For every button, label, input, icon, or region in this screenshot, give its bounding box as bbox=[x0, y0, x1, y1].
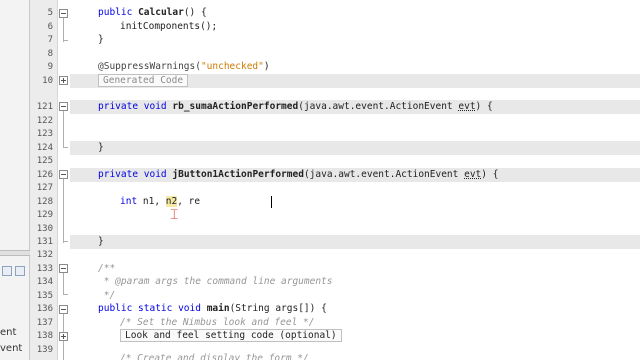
collapse-icon[interactable] bbox=[59, 170, 68, 179]
code-line[interactable]: int n1, n2, re bbox=[120, 195, 200, 209]
expand-icon[interactable] bbox=[59, 76, 68, 85]
code-editor[interactable]: public Calcular() { initComponents(); } … bbox=[70, 0, 640, 360]
fold-end-marker bbox=[63, 241, 68, 242]
code-line[interactable]: @SuppressWarnings("unchecked") bbox=[98, 60, 270, 74]
comment-line[interactable]: */ bbox=[98, 289, 115, 303]
text-caret bbox=[271, 196, 272, 208]
panel-label: vent bbox=[0, 343, 23, 354]
annotation: @SuppressWarnings( bbox=[98, 61, 201, 72]
line-number: 126 bbox=[36, 170, 53, 180]
line-number: 128 bbox=[36, 197, 53, 207]
code-text: n1, bbox=[137, 196, 166, 207]
keyword: public bbox=[98, 7, 133, 18]
guarded-block bbox=[70, 235, 640, 249]
line-number: 124 bbox=[36, 143, 53, 153]
code-line[interactable]: Generated Code bbox=[98, 74, 189, 88]
panel-splitter[interactable] bbox=[0, 250, 30, 256]
code-text: ) { bbox=[481, 169, 499, 180]
comment-line[interactable]: /* Set the Nimbus look and feel */ bbox=[120, 316, 314, 330]
line-number: 139 bbox=[36, 345, 53, 355]
highlighted-identifier: n2 bbox=[165, 196, 178, 207]
collapse-icon[interactable] bbox=[59, 305, 68, 314]
string-literal: "unchecked" bbox=[200, 61, 264, 72]
line-number: 8 bbox=[47, 49, 53, 59]
code-line[interactable]: public Calcular() { bbox=[98, 6, 207, 20]
fold-end-marker bbox=[63, 40, 68, 41]
line-number: 133 bbox=[36, 264, 53, 274]
line-number: 123 bbox=[36, 129, 53, 139]
expand-icon[interactable] bbox=[59, 332, 68, 341]
keyword: private void bbox=[98, 101, 167, 112]
comment-line[interactable]: * @param args the command line arguments bbox=[98, 275, 333, 289]
table-icon[interactable] bbox=[15, 266, 25, 276]
method-name: rb_sumaActionPerformed bbox=[172, 101, 299, 112]
collapse-icon[interactable] bbox=[59, 264, 68, 273]
fold-end-marker bbox=[63, 294, 68, 295]
code-text: ) { bbox=[475, 101, 493, 112]
collapsed-code-fold[interactable]: Look and feel setting code (optional) bbox=[120, 329, 342, 342]
fold-column bbox=[58, 0, 70, 360]
i-beam-cursor-icon: ⌶ bbox=[170, 207, 179, 223]
line-number: 135 bbox=[36, 291, 53, 301]
code-text: ) bbox=[263, 61, 270, 72]
parameter-name: evt bbox=[458, 101, 476, 112]
method-name: main bbox=[206, 303, 230, 314]
line-number: 136 bbox=[36, 304, 53, 314]
line-number: 132 bbox=[36, 250, 53, 260]
code-line[interactable]: } bbox=[98, 235, 104, 249]
line-number: 9 bbox=[47, 62, 53, 72]
parameter-name: evt bbox=[464, 169, 482, 180]
fold-guide bbox=[63, 107, 64, 148]
guarded-block bbox=[70, 141, 640, 155]
code-text: , re bbox=[177, 196, 201, 207]
fold-end-marker bbox=[63, 147, 68, 148]
code-text: (String args[]) { bbox=[229, 303, 327, 314]
grid-icon[interactable] bbox=[2, 266, 12, 276]
line-number: 130 bbox=[36, 224, 53, 234]
code-line[interactable]: Look and feel setting code (optional) bbox=[120, 329, 342, 343]
fold-guide bbox=[63, 175, 64, 243]
line-number-gutter: 5 6 7 8 9 10 121 122 123 124 125 126 127… bbox=[30, 0, 58, 360]
code-line[interactable]: public static void main(String args[]) { bbox=[98, 302, 327, 316]
line-number: 134 bbox=[36, 277, 53, 287]
code-line[interactable]: initComponents(); bbox=[120, 20, 217, 34]
collapse-icon[interactable] bbox=[59, 9, 68, 18]
comment-line[interactable]: /** bbox=[98, 262, 115, 276]
line-number: 137 bbox=[36, 318, 53, 328]
line-number: 6 bbox=[47, 22, 53, 32]
panel-label: ent bbox=[0, 327, 17, 338]
code-line[interactable]: } bbox=[98, 33, 104, 47]
line-number: 131 bbox=[36, 237, 53, 247]
code-line[interactable]: private void rb_sumaActionPerformed(java… bbox=[98, 100, 493, 114]
line-number: 10 bbox=[42, 76, 53, 86]
line-number: 125 bbox=[36, 156, 53, 166]
collapse-icon[interactable] bbox=[59, 102, 68, 111]
keyword: private void bbox=[98, 169, 167, 180]
line-number: 138 bbox=[36, 331, 53, 341]
method-name: Calcular bbox=[138, 7, 184, 18]
line-number: 129 bbox=[36, 210, 53, 220]
keyword: public static void bbox=[98, 303, 201, 314]
method-name: jButton1ActionPerformed bbox=[172, 169, 304, 180]
code-text: (java.awt.event.ActionEvent bbox=[303, 169, 465, 180]
line-number: 5 bbox=[47, 8, 53, 18]
line-number: 122 bbox=[36, 116, 53, 126]
line-number: 127 bbox=[36, 183, 53, 193]
code-text: () { bbox=[183, 7, 207, 18]
comment-line[interactable]: /* Create and display the form */ bbox=[120, 352, 309, 360]
side-panel: ent vent bbox=[0, 0, 30, 360]
code-text: (java.awt.event.ActionEvent bbox=[298, 101, 459, 112]
code-line[interactable]: } bbox=[98, 141, 104, 155]
keyword: int bbox=[120, 196, 138, 207]
code-line[interactable]: private void jButton1ActionPerformed(jav… bbox=[98, 168, 498, 182]
line-number: 121 bbox=[36, 102, 53, 112]
collapsed-code-fold[interactable]: Generated Code bbox=[98, 74, 189, 87]
line-number: 7 bbox=[47, 35, 53, 45]
